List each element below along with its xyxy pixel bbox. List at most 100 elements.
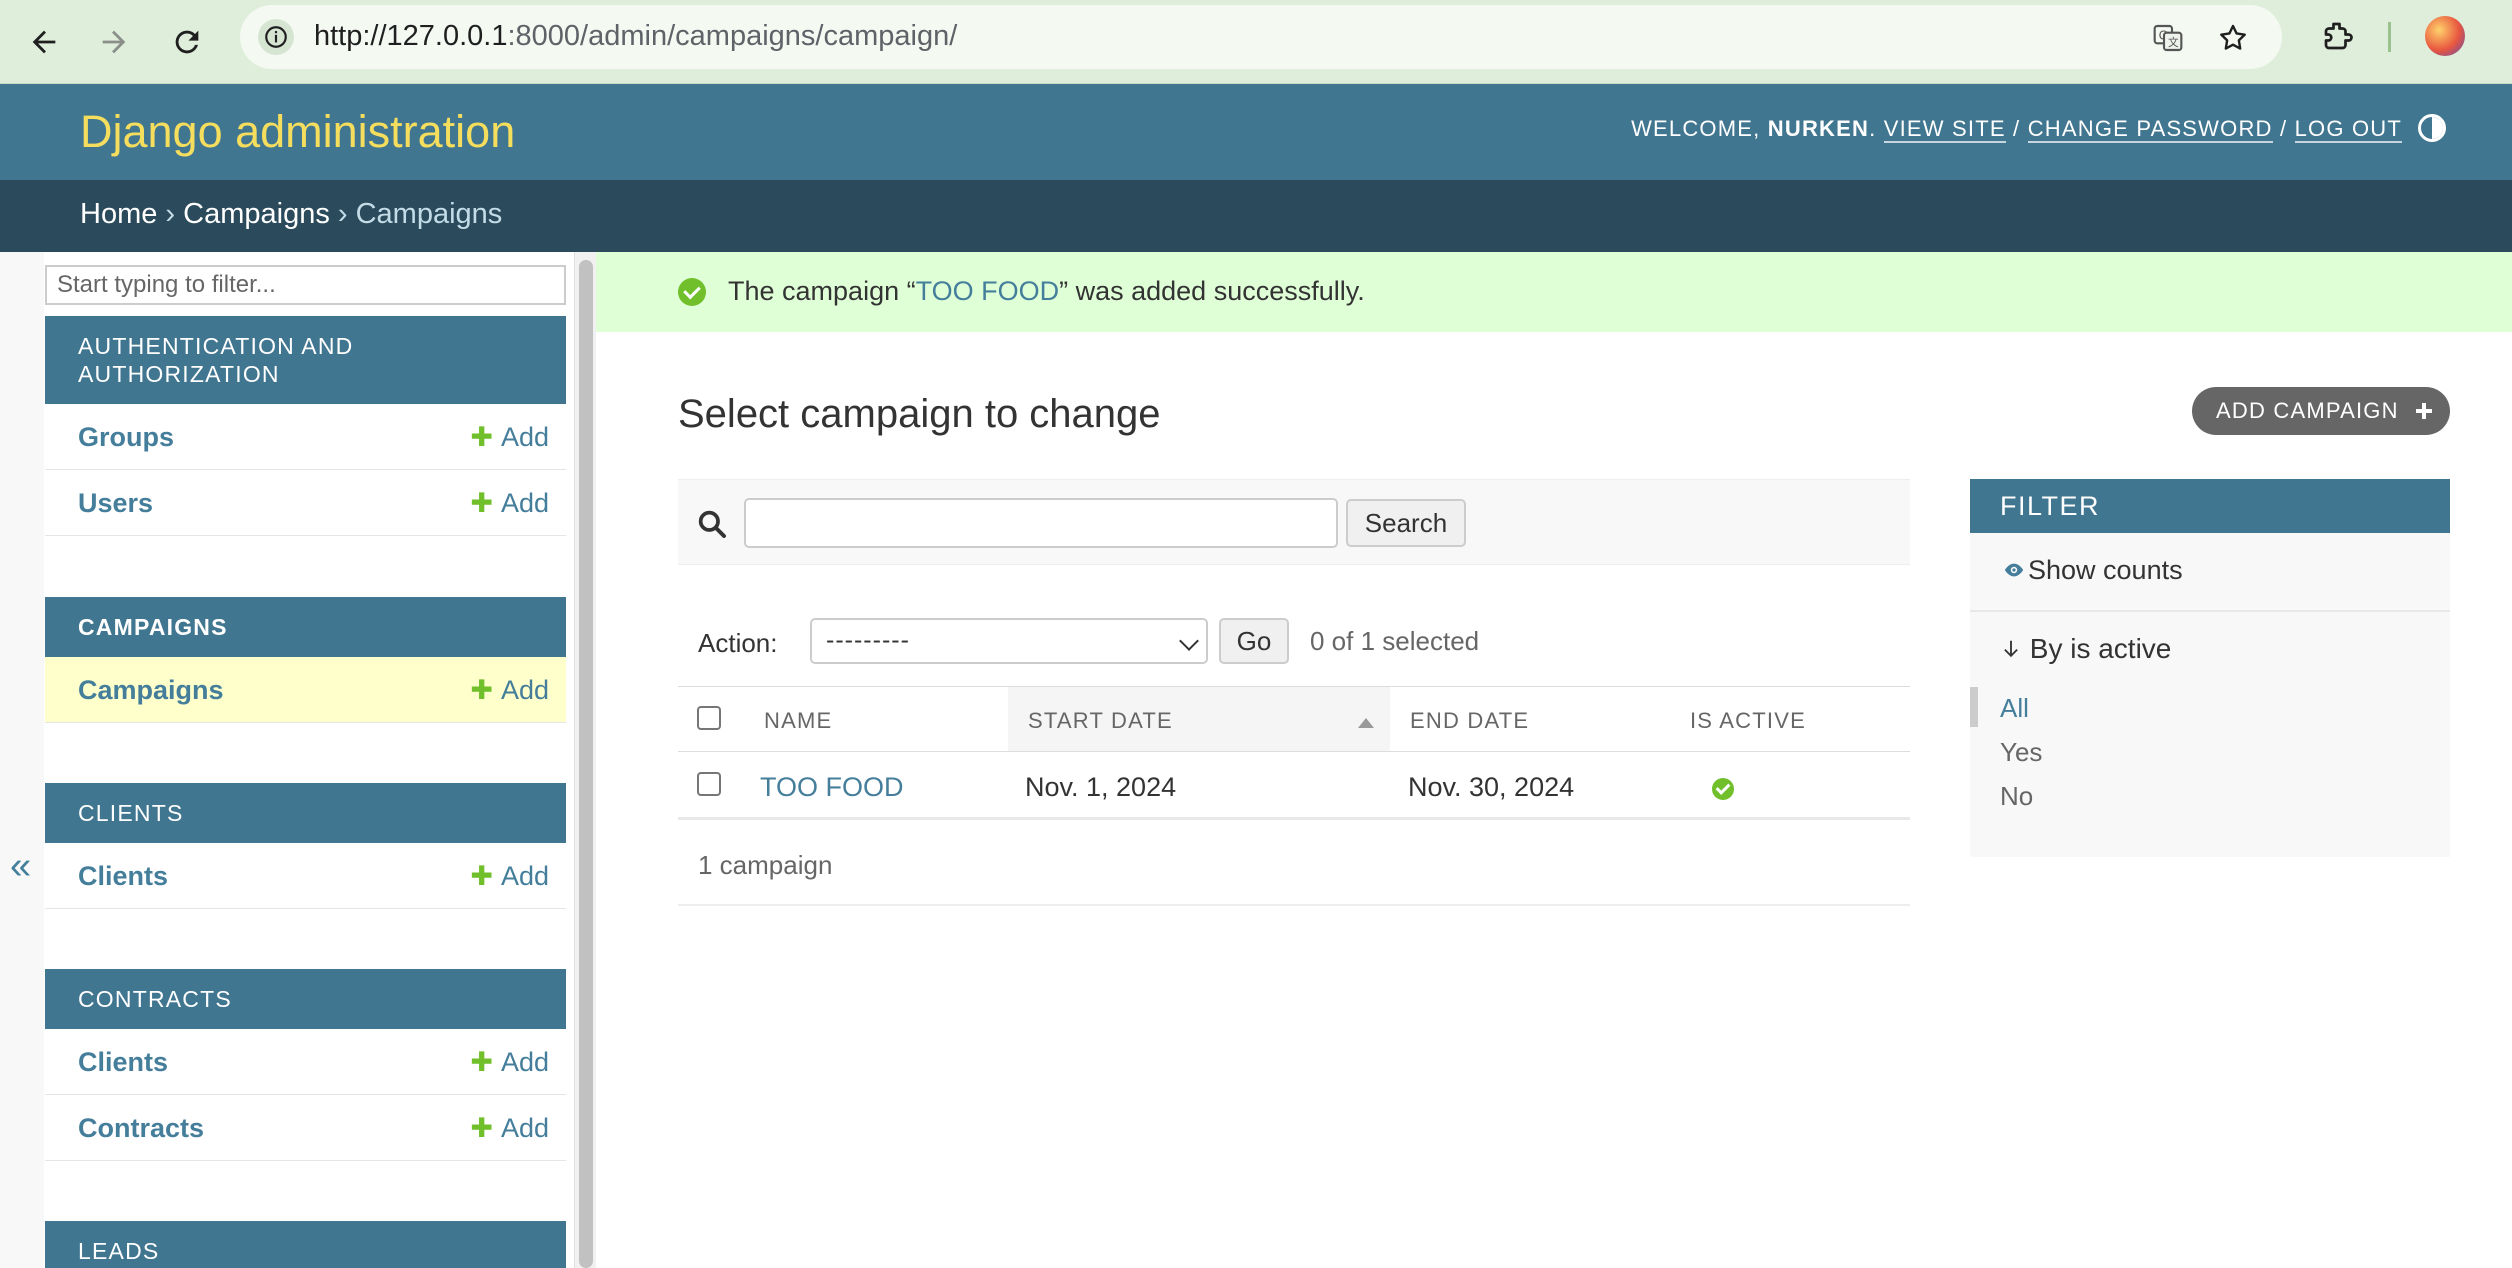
change-password-link[interactable]: Change password (2027, 116, 2273, 143)
sidebar-item-contracts-clients: Clients ✚ Add (45, 1029, 566, 1095)
sort-ascending-icon[interactable] (1358, 718, 1374, 728)
result-list-table: Name Start date End date Is active TOO F… (678, 686, 1910, 820)
model-link-groups[interactable]: Groups (78, 422, 174, 453)
model-link-clients[interactable]: Clients (78, 861, 168, 892)
sidebar-item-users: Users ✚ Add (45, 470, 566, 536)
column-header-start-date[interactable]: Start date (1008, 687, 1390, 751)
cell-start-date: Nov. 1, 2024 (1025, 772, 1177, 802)
table-header: Name Start date End date Is active (678, 686, 1910, 752)
module-caption-campaigns[interactable]: Campaigns (45, 597, 566, 657)
go-button[interactable]: Go (1219, 618, 1289, 664)
filter-title: Filter (1970, 479, 2450, 533)
plus-icon: ✚ (470, 488, 493, 518)
site-branding[interactable]: Django administration (80, 106, 515, 158)
add-label: Add (500, 488, 549, 518)
column-header-is-active[interactable]: Is active (1690, 687, 1910, 751)
sidebar-item-contracts: Contracts ✚ Add (45, 1095, 566, 1161)
filter-heading-is-active[interactable]: By is active (2000, 633, 2171, 665)
user-tools: Welcome, Nurken. View site / Change pass… (1631, 116, 2402, 143)
extensions-icon[interactable] (2318, 16, 2358, 56)
url-text[interactable]: http://127.0.0.1:8000/admin/campaigns/ca… (314, 20, 957, 53)
sidebar-scrollbar-thumb[interactable] (579, 260, 593, 1268)
add-label: Add (500, 675, 549, 705)
plus-icon: ✚ (470, 1047, 493, 1077)
breadcrumb-current: Campaigns (355, 198, 503, 230)
success-message-text: The campaign “TOO FOOD” was added succes… (728, 276, 1365, 307)
column-header-name[interactable]: Name (678, 687, 1008, 751)
eye-icon (2004, 563, 2024, 577)
add-contracts-clients-link[interactable]: ✚ Add (470, 1047, 549, 1078)
profile-avatar[interactable] (2425, 16, 2465, 56)
sidebar-item-campaigns: Campaigns ✚ Add (45, 657, 566, 723)
add-contracts-link[interactable]: ✚ Add (470, 1113, 549, 1144)
breadcrumb-separator: › (329, 198, 356, 230)
reload-button[interactable] (163, 18, 211, 66)
url-host: http://127.0.0.1 (314, 20, 508, 52)
plus-icon: ✚ (470, 861, 493, 891)
browser-toolbar: http://127.0.0.1:8000/admin/campaigns/ca… (0, 0, 2512, 84)
theme-toggle-icon[interactable] (2418, 114, 2446, 142)
model-link-users[interactable]: Users (78, 488, 153, 519)
model-link-contracts[interactable]: Contracts (78, 1113, 204, 1144)
site-info-icon[interactable] (258, 19, 294, 55)
selected-count: 0 of 1 selected (1310, 626, 1480, 656)
add-clients-link[interactable]: ✚ Add (470, 861, 549, 892)
breadcrumb-home[interactable]: Home (80, 198, 157, 230)
search-button[interactable]: Search (1346, 499, 1466, 547)
changelist-filter: Filter Show counts By is active All Yes … (1970, 479, 2450, 857)
view-site-link[interactable]: View site (1883, 116, 2006, 143)
filter-option-no[interactable]: No (2000, 781, 2033, 812)
model-link-campaigns[interactable]: Campaigns (78, 675, 224, 706)
plus-icon: ✚ (470, 422, 493, 452)
welcome-text: Welcome, (1631, 116, 1761, 141)
add-users-link[interactable]: ✚ Add (470, 488, 549, 519)
add-label: Add (500, 1047, 549, 1077)
active-check-icon (1712, 778, 1734, 800)
module-caption-auth[interactable]: Authentication and authorization (45, 316, 566, 404)
filter-option-all[interactable]: All (2000, 693, 2029, 724)
back-button[interactable] (20, 18, 68, 66)
module-caption-contracts[interactable]: Contracts (45, 969, 566, 1029)
reload-icon (175, 30, 199, 54)
sidebar-scrollbar[interactable] (574, 252, 596, 1268)
search-icon (698, 510, 726, 538)
cell-name: TOO FOOD (760, 772, 904, 803)
address-bar[interactable]: http://127.0.0.1:8000/admin/campaigns/ca… (240, 5, 2282, 69)
module-caption-line: authorization (78, 361, 280, 387)
success-text-before: The campaign “ (728, 276, 916, 306)
chevron-down-icon (1179, 631, 1199, 651)
filter-selected-indicator (1970, 687, 1978, 727)
log-out-link[interactable]: Log out (2294, 116, 2402, 143)
row-select-checkbox[interactable] (697, 772, 721, 796)
column-header-end-date[interactable]: End date (1390, 687, 1690, 751)
add-groups-link[interactable]: ✚ Add (470, 422, 549, 453)
translate-icon[interactable]: G文 (2150, 20, 2186, 56)
admin-header: Django administration Welcome, Nurken. V… (0, 84, 2512, 180)
collapse-chevron-icon: « (10, 845, 32, 887)
search-input[interactable] (744, 498, 1338, 548)
forward-button[interactable] (90, 18, 138, 66)
breadcrumb-app[interactable]: Campaigns (183, 198, 330, 230)
success-message: The campaign “TOO FOOD” was added succes… (596, 252, 2512, 332)
filter-option-yes[interactable]: Yes (2000, 737, 2042, 768)
add-campaign-button[interactable]: Add campaign (2192, 387, 2450, 435)
plus-circle-icon (2413, 400, 2435, 422)
toolbar-divider (2388, 22, 2391, 52)
campaign-link[interactable]: TOO FOOD (760, 772, 904, 802)
sidebar-collapse-button[interactable]: « (0, 252, 44, 1268)
bookmark-star-icon[interactable] (2215, 20, 2251, 56)
model-link-contracts-clients[interactable]: Clients (78, 1047, 168, 1078)
column-header-label: End date (1410, 708, 1530, 733)
action-select[interactable]: --------- (810, 618, 1208, 664)
nav-filter-input[interactable] (45, 265, 566, 305)
svg-text:文: 文 (2168, 36, 2179, 49)
show-counts-link[interactable]: Show counts (2000, 555, 2183, 586)
search-toolbar: Search (678, 479, 1910, 565)
add-campaigns-link[interactable]: ✚ Add (470, 675, 549, 706)
url-path: :8000/admin/campaigns/campaign/ (507, 20, 958, 52)
module-caption-line: Authentication and (78, 333, 354, 359)
module-caption-leads[interactable]: Leads (45, 1221, 566, 1268)
module-caption-clients[interactable]: Clients (45, 783, 566, 843)
breadcrumb-separator: › (157, 198, 184, 230)
success-object-link[interactable]: TOO FOOD (916, 276, 1060, 306)
